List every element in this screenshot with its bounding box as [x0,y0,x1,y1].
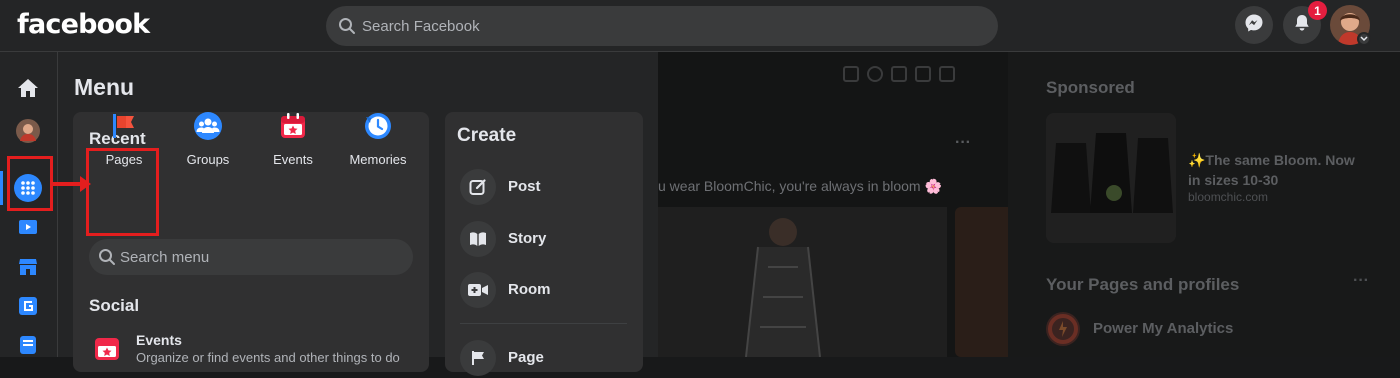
notification-badge: 1 [1308,1,1327,20]
social-item-description: Organize or find events and other things… [136,350,400,365]
create-page-label: Page [508,349,544,366]
right-column: Sponsored ✨The same Bloom. Now in sizes … [1008,52,1400,357]
messenger-icon [1244,13,1264,38]
ad-image[interactable] [658,207,947,358]
news-feed-background: ··· u wear BloomChic, you're always in b… [658,52,1008,358]
sponsored-ad-image[interactable] [1046,113,1176,243]
sponsored-headline[interactable]: ✨The same Bloom. Now in sizes 10-30 [1188,150,1368,190]
search-bar[interactable] [326,6,998,46]
pages-more-button[interactable]: ··· [1353,272,1369,290]
create-page[interactable]: Page [460,338,630,378]
create-divider [460,323,627,324]
shortcut-label: Memories [349,152,407,167]
marketplace-icon[interactable] [15,254,41,280]
composer-tools [843,66,981,86]
sticker-icon [939,66,955,82]
facebook-logo[interactable]: facebook [17,9,150,40]
page-name[interactable]: Power My Analytics [1093,320,1233,337]
feeds-icon[interactable] [15,332,41,358]
pages-profiles-title: Your Pages and profiles [1046,275,1240,294]
camera-icon [891,66,907,82]
groups-icon [192,110,224,142]
top-bar: facebook 1 [0,0,1400,52]
gaming-icon[interactable] [15,293,41,319]
highlight-pages [86,148,159,236]
watch-icon[interactable] [15,215,41,241]
calendar-star-icon [277,110,309,142]
create-story-label: Story [508,230,547,247]
emoji-icon [867,66,883,82]
sponsored-title: Sponsored [1046,78,1135,97]
video-plus-icon [460,272,496,308]
shortcut-memories[interactable]: Memories [340,110,416,167]
menu-search-bar[interactable] [89,239,413,275]
clock-icon [362,110,394,142]
page-avatar[interactable] [1046,312,1080,346]
gif-icon [915,66,931,82]
flag-icon [108,110,140,142]
account-chevron-icon[interactable] [1357,32,1371,46]
search-input[interactable] [362,6,962,46]
compose-icon [460,169,496,205]
profile-avatar[interactable] [15,118,41,144]
shortcut-events[interactable]: Events [255,110,331,167]
social-item-events[interactable]: Events Organize or find events and other… [91,330,411,365]
ad-image-next[interactable] [955,207,1008,357]
create-title: Create [457,125,517,146]
sponsored-domain: bloomchic.com [1188,190,1269,204]
menu-title: Menu [74,74,135,100]
create-post[interactable]: Post [460,167,630,207]
calendar-star-icon [93,334,121,367]
messenger-button[interactable] [1235,6,1273,44]
create-room-label: Room [508,281,551,298]
social-title: Social [89,296,140,315]
create-post-label: Post [508,178,541,195]
create-story[interactable]: Story [460,219,630,259]
social-item-label: Events [136,332,182,348]
home-icon[interactable] [15,75,41,101]
tool-icon [843,66,859,82]
shortcut-label: Events [273,152,313,167]
create-room[interactable]: Room [460,270,630,310]
ad-text: u wear BloomChic, you're always in bloom… [658,178,942,194]
highlight-menu-grid [7,156,53,211]
book-icon [460,221,496,257]
search-icon [338,17,356,40]
search-icon [98,248,116,271]
shortcut-label: Groups [186,152,230,167]
post-more-button[interactable]: ··· [955,134,971,152]
flag-icon [460,340,496,376]
menu-search-input[interactable] [120,239,400,275]
active-indicator [0,171,3,205]
shortcut-groups[interactable]: Groups [170,110,246,167]
